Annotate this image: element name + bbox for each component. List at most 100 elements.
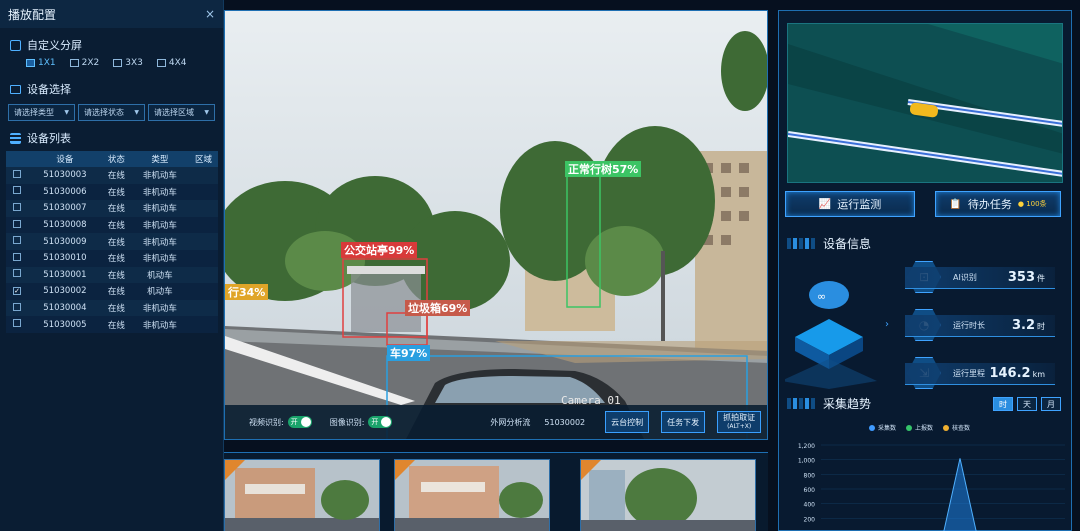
grid-option-label: 2X2 xyxy=(81,58,100,68)
thumbnail-1[interactable] xyxy=(224,459,380,531)
thumb-corner-tag xyxy=(225,460,245,480)
tab-hour[interactable]: 时 xyxy=(993,397,1013,411)
stat-unit: 时 xyxy=(1037,322,1045,331)
tab-day[interactable]: 天 xyxy=(1017,397,1037,411)
capture-button[interactable]: 抓拍取证 (ALT+X) xyxy=(717,411,762,433)
row-checkbox[interactable] xyxy=(13,319,21,328)
todo-task-label: 待办任务 xyxy=(967,198,1012,211)
grid-option-4x4[interactable]: 4X4 xyxy=(156,58,187,68)
stat-label: 运行时长 xyxy=(953,321,985,330)
grid-option-label: 1X1 xyxy=(38,58,56,68)
cell-status: 在线 xyxy=(101,316,131,333)
device-select-title: 设备选择 xyxy=(0,78,223,100)
grid-option-1x1[interactable]: 1X1 xyxy=(26,58,56,68)
todo-task-button[interactable]: 📋 待办任务 ● 100条 xyxy=(935,191,1061,217)
close-icon[interactable]: × xyxy=(205,7,215,21)
area-select[interactable]: 请选择区域 ▼ xyxy=(148,104,215,121)
cell-type: 非机动车 xyxy=(130,216,189,234)
thumb-corner-tag xyxy=(395,460,415,480)
cell-area xyxy=(188,233,218,250)
row-checkbox-cell: ✓ xyxy=(6,283,28,300)
map-image xyxy=(788,24,1062,182)
thumbnail-image xyxy=(581,460,755,531)
route-map[interactable] xyxy=(787,23,1063,183)
grid-option-2x2[interactable]: 2X2 xyxy=(69,58,100,68)
status-select[interactable]: 请选择状态 ▼ xyxy=(78,104,145,121)
grid-3x3-icon xyxy=(113,59,123,67)
row-checkbox[interactable] xyxy=(13,202,21,211)
status-select-value: 请选择状态 xyxy=(84,108,124,117)
series-area-collected xyxy=(943,458,977,531)
thumbnail-strip xyxy=(224,452,768,531)
table-row[interactable]: ✓ 51030002 在线 机动车 xyxy=(6,283,218,300)
thumbnail-3[interactable] xyxy=(580,459,756,531)
cell-status: 在线 xyxy=(101,233,131,250)
play-config-panel: 播放配置 × 自定义分屏 1X1 2X2 3X3 4X4 设备选择 请选择类型 ▼… xyxy=(0,0,224,531)
task-dispatch-button[interactable]: 任务下发 xyxy=(661,411,706,433)
image-rec-label: 图像识别: xyxy=(329,417,365,427)
row-checkbox[interactable] xyxy=(13,186,21,195)
row-checkbox[interactable] xyxy=(13,302,21,311)
toggle-text: 开 xyxy=(290,418,298,426)
stat-value: 3.2 xyxy=(1011,318,1035,333)
panel-title: 播放配置 xyxy=(8,7,57,22)
table-row[interactable]: 51030008 在线 非机动车 xyxy=(6,216,218,234)
device-table: 设备 状态 类型 区域 51030003 在线 非机动车 51030006 在线 非机动车… xyxy=(6,151,218,333)
grid-option-3x3[interactable]: 3X3 xyxy=(113,58,143,68)
run-monitor-button[interactable]: 📈 运行监测 xyxy=(785,191,915,217)
cell-device: 51030010 xyxy=(28,249,102,267)
row-checkbox[interactable] xyxy=(13,219,21,228)
grid-4x4-icon xyxy=(156,59,166,67)
video-rec-toggle[interactable]: 开 xyxy=(287,416,312,428)
row-checkbox[interactable] xyxy=(13,236,21,245)
trend-header: 采集趋势 xyxy=(787,395,871,412)
det-label-edge: 行34% xyxy=(225,284,269,300)
todo-count-badge: ● 100条 xyxy=(1017,200,1047,208)
ptz-control-button[interactable]: 云台控制 xyxy=(605,411,650,433)
table-row[interactable]: 51030004 在线 非机动车 xyxy=(6,299,218,317)
monitor-icon xyxy=(10,84,21,94)
cell-type: 机动车 xyxy=(130,283,189,300)
cell-area xyxy=(188,316,218,333)
table-row[interactable]: 51030006 在线 非机动车 xyxy=(6,183,218,201)
table-row[interactable]: 51030003 在线 非机动车 xyxy=(6,167,218,184)
cell-status: 在线 xyxy=(101,183,131,201)
chevron-right-icon: › xyxy=(885,319,889,330)
row-checkbox[interactable] xyxy=(13,269,21,278)
tab-month[interactable]: 月 xyxy=(1041,397,1061,411)
split-title-text: 自定义分屏 xyxy=(27,39,82,52)
row-checkbox-cell xyxy=(6,233,28,250)
device-info-header: 设备信息 xyxy=(787,235,871,252)
caret-down-icon: ▼ xyxy=(134,109,139,116)
type-select[interactable]: 请选择类型 ▼ xyxy=(8,104,75,121)
app-root: 播放配置 × 自定义分屏 1X1 2X2 3X3 4X4 设备选择 请选择类型 ▼… xyxy=(0,0,1080,531)
cell-status: 在线 xyxy=(101,249,131,267)
title-bars-icon xyxy=(787,398,815,409)
device-info-title: 设备信息 xyxy=(823,237,872,251)
legend-label: 核查数 xyxy=(952,425,971,432)
table-row[interactable]: 51030009 在线 非机动车 xyxy=(6,233,218,250)
cell-device: 51030002 xyxy=(28,283,102,300)
row-checkbox[interactable]: ✓ xyxy=(13,287,21,296)
camera-frame-image xyxy=(225,11,767,439)
cell-status: 在线 xyxy=(101,200,131,217)
cell-device: 51030001 xyxy=(28,266,102,284)
legend-label: 上报数 xyxy=(915,425,934,432)
row-checkbox[interactable] xyxy=(13,252,21,261)
table-row[interactable]: 51030007 在线 非机动车 xyxy=(6,200,218,217)
row-checkbox[interactable] xyxy=(13,169,21,178)
thumbnail-2[interactable] xyxy=(394,459,550,531)
robot-device-illustration: ∞ xyxy=(785,281,877,389)
row-checkbox-cell xyxy=(6,183,28,201)
table-row[interactable]: 51030001 在线 机动车 xyxy=(6,266,218,284)
run-monitor-label: 运行监测 xyxy=(837,198,882,211)
table-row[interactable]: 51030010 在线 非机动车 xyxy=(6,249,218,267)
grid-1x1-icon xyxy=(26,59,35,67)
thumb-corner-tag xyxy=(581,460,601,480)
video-player[interactable]: 正常行树57% 公交站亭99% 垃圾箱69% 车97% 行34% Camera … xyxy=(224,10,768,440)
capture-button-label: 抓拍取证 xyxy=(723,413,756,422)
table-row[interactable]: 51030005 在线 非机动车 xyxy=(6,316,218,333)
image-rec-toggle[interactable]: 开 xyxy=(368,416,393,428)
cell-type: 非机动车 xyxy=(130,299,189,317)
cell-area xyxy=(188,249,218,267)
